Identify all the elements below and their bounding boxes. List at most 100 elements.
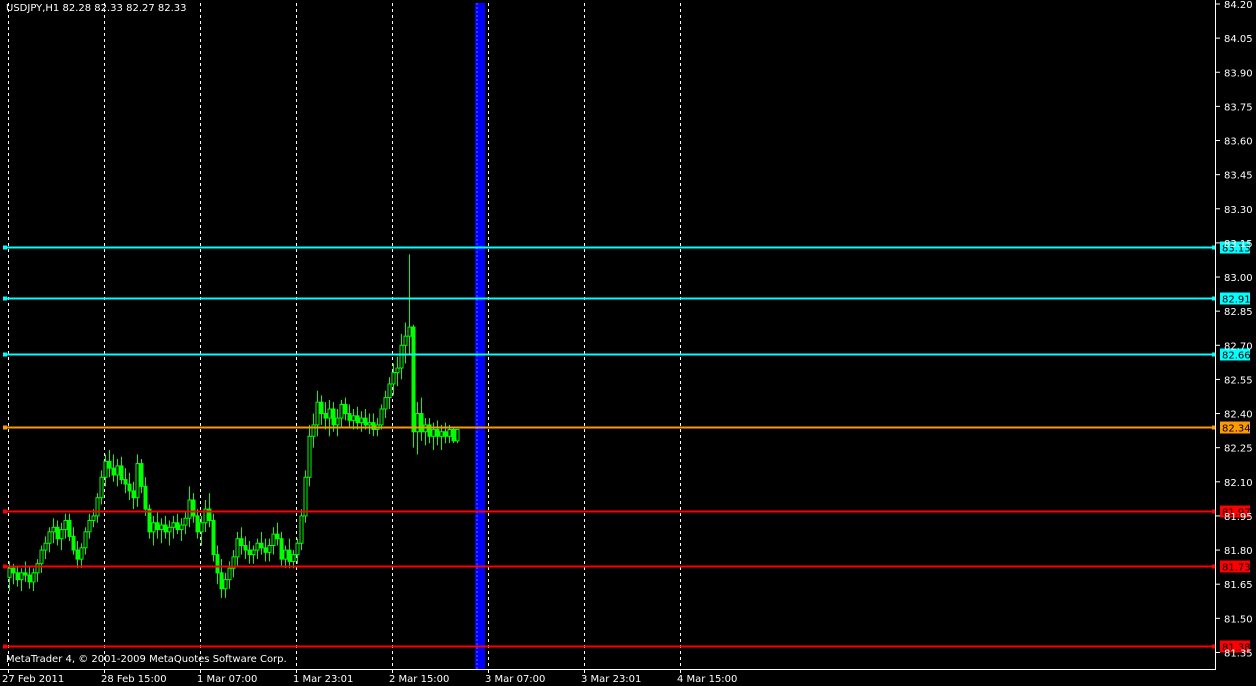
y-tick-label: 82.70 — [1224, 341, 1253, 352]
candle-body — [79, 547, 84, 560]
candle-body — [147, 508, 152, 533]
candle-body — [335, 417, 340, 426]
candle-body — [23, 572, 28, 576]
candle-body — [399, 344, 404, 369]
candle-body — [155, 522, 160, 531]
candle-body — [47, 531, 52, 544]
y-tick-label: 83.15 — [1224, 239, 1253, 250]
y-tick-label: 81.80 — [1224, 546, 1253, 557]
candle-body — [175, 522, 180, 531]
candle-body — [35, 563, 40, 574]
candle-body — [219, 572, 224, 590]
candle-body — [75, 549, 80, 560]
price-line-anchor[interactable] — [3, 296, 7, 301]
candle-body — [411, 326, 416, 433]
chart-background — [0, 0, 1256, 686]
candle-body — [183, 517, 188, 526]
candle-body — [307, 435, 312, 478]
y-tick-label: 81.50 — [1224, 614, 1253, 625]
y-tick-label: 82.55 — [1224, 375, 1253, 386]
y-tick-label: 84.20 — [1224, 0, 1253, 11]
candle-body — [387, 383, 392, 399]
candle-body — [323, 413, 328, 419]
y-tick-label: 83.90 — [1224, 68, 1253, 79]
candle-body — [211, 519, 216, 556]
candle-body — [195, 515, 200, 533]
candle-body — [159, 524, 164, 531]
candle-body — [255, 542, 260, 551]
candle-body — [327, 408, 332, 419]
candle-body — [239, 538, 244, 547]
candle-body — [11, 567, 16, 574]
x-tick-label: 4 Mar 15:00 — [677, 674, 737, 685]
candle-body — [363, 417, 368, 426]
y-tick-label: 83.45 — [1224, 171, 1253, 182]
candle-body — [67, 519, 72, 537]
candle-body — [271, 533, 276, 547]
candle-body — [251, 549, 256, 556]
candle-body — [143, 485, 148, 510]
candle-body — [127, 483, 132, 492]
candle-body — [283, 549, 288, 560]
candle-body — [299, 515, 304, 544]
y-tick-label: 83.00 — [1224, 273, 1253, 284]
candle-body — [151, 522, 156, 533]
candle-body — [83, 531, 88, 549]
candle-body — [319, 401, 324, 415]
price-line-anchor[interactable] — [3, 564, 7, 569]
candle-body — [115, 465, 120, 476]
candle-body — [395, 367, 400, 374]
price-line-anchor[interactable] — [3, 352, 7, 357]
y-tick-label: 81.65 — [1224, 580, 1253, 591]
candle-body — [135, 463, 140, 499]
candle-body — [191, 499, 196, 517]
candle-body — [287, 549, 292, 562]
candle-body — [331, 408, 336, 426]
candle-body — [171, 522, 176, 528]
candle-body — [447, 428, 452, 437]
y-tick-label: 82.10 — [1224, 478, 1253, 489]
price-chart[interactable]: 83.1382.9182.6682.3481.9781.7381.38 84.2… — [0, 0, 1256, 686]
candle-body — [179, 524, 184, 531]
candle-body — [59, 529, 64, 540]
candle-body — [419, 413, 424, 433]
price-line-anchor[interactable] — [3, 644, 7, 649]
candle-body — [267, 545, 272, 553]
candle-body — [243, 545, 248, 551]
candle-body — [103, 460, 108, 478]
candle-body — [111, 467, 116, 476]
candle-body — [295, 542, 300, 556]
candle-body — [163, 524, 168, 533]
candle-body — [31, 572, 36, 583]
candle-body — [455, 428, 460, 442]
candle-body — [291, 554, 296, 562]
candle-body — [19, 572, 24, 581]
candle-body — [275, 533, 280, 540]
candle-body — [351, 415, 356, 421]
x-tick-label: 27 Feb 2011 — [2, 674, 64, 685]
candle-body — [91, 515, 96, 521]
price-line-anchor[interactable] — [3, 245, 7, 250]
candle-body — [359, 417, 364, 424]
candle-body — [391, 372, 396, 385]
price-line-anchor[interactable] — [3, 509, 7, 514]
x-tick-label: 3 Mar 07:00 — [485, 674, 545, 685]
candle-body — [199, 522, 204, 533]
price-line-anchor[interactable] — [3, 425, 7, 430]
candle-body — [315, 401, 320, 426]
candle-body — [95, 497, 100, 517]
candle-body — [123, 479, 128, 485]
candle-body — [63, 519, 68, 531]
candle-body — [99, 476, 104, 499]
y-tick-label: 82.40 — [1224, 410, 1253, 421]
x-tick-label: 1 Mar 07:00 — [197, 674, 257, 685]
y-tick-label: 81.95 — [1224, 512, 1253, 523]
candle-body — [439, 431, 444, 437]
candle-body — [131, 490, 136, 499]
candle-body — [71, 535, 76, 551]
candle-body — [43, 542, 48, 551]
candle-body — [403, 335, 408, 346]
y-tick-label: 83.30 — [1224, 205, 1253, 216]
candle-body — [443, 431, 448, 437]
candle-body — [279, 538, 284, 560]
